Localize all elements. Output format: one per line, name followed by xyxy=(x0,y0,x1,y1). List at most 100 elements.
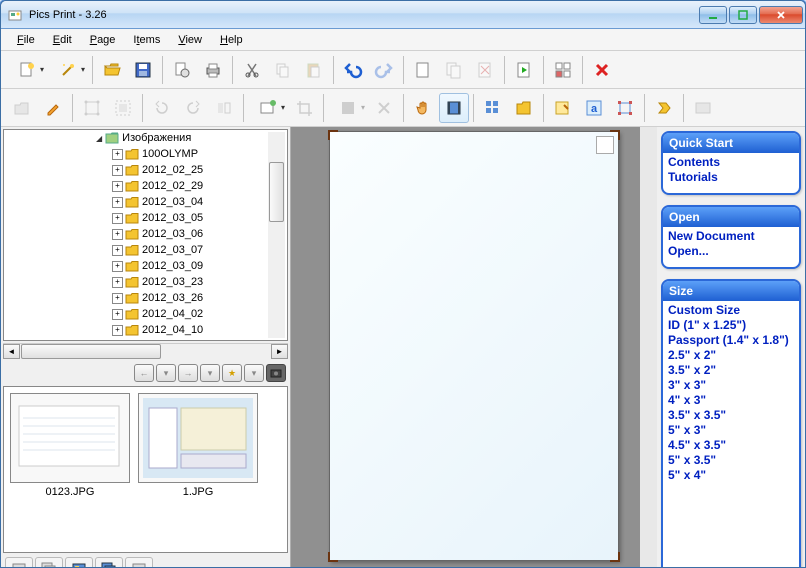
tree-folder[interactable]: +2012_02_29 xyxy=(4,178,287,194)
arrange-button[interactable] xyxy=(548,55,578,85)
wizard-button[interactable] xyxy=(48,55,88,85)
canvas-scrollbar[interactable] xyxy=(640,127,657,568)
maximize-button[interactable] xyxy=(729,6,757,24)
add-text-button[interactable] xyxy=(248,93,288,123)
thb3[interactable] xyxy=(65,557,93,568)
page-preview[interactable] xyxy=(329,131,619,561)
thb4[interactable] xyxy=(95,557,123,568)
panel-link[interactable]: 3.5" x 3.5" xyxy=(668,408,794,423)
tree-hscroll[interactable]: ◄► xyxy=(3,343,288,360)
paste-button[interactable] xyxy=(299,55,329,85)
nav-favorite[interactable]: ★ xyxy=(222,364,242,382)
panel-link[interactable]: 5" x 4" xyxy=(668,468,794,483)
menu-view[interactable]: View xyxy=(170,32,210,48)
panel-link[interactable]: Custom Size xyxy=(668,303,794,318)
save-button[interactable] xyxy=(128,55,158,85)
redo-button[interactable] xyxy=(369,55,399,85)
tree-folder[interactable]: +2012_02_25 xyxy=(4,162,287,178)
menu-file[interactable]: File xyxy=(9,32,43,48)
pencil-button[interactable] xyxy=(38,93,68,123)
cut-button[interactable] xyxy=(237,55,267,85)
panel-link[interactable]: 4" x 3" xyxy=(668,393,794,408)
nav-fav-menu[interactable]: ▾ xyxy=(244,364,264,382)
copy-button[interactable] xyxy=(268,55,298,85)
photo-button[interactable] xyxy=(688,93,718,123)
rotate-right-button[interactable] xyxy=(178,93,208,123)
thumbnails[interactable]: 0123.JPG 1.JPG xyxy=(3,386,288,553)
undo-button[interactable] xyxy=(338,55,368,85)
menu-page[interactable]: Page xyxy=(82,32,124,48)
thumb-item[interactable]: 1.JPG xyxy=(138,393,258,546)
new-button[interactable] xyxy=(7,55,47,85)
page-setup-button[interactable] xyxy=(167,55,197,85)
folder-tree[interactable]: ◢ Изображения +100OLYMP+2012_02_25+2012_… xyxy=(3,129,288,341)
bounds-button[interactable] xyxy=(610,93,640,123)
hand-button[interactable] xyxy=(408,93,438,123)
menu-items[interactable]: Items xyxy=(125,32,168,48)
nav-back-menu[interactable]: ▾ xyxy=(156,364,176,382)
new-page-button[interactable] xyxy=(408,55,438,85)
tree-root[interactable]: ◢ Изображения xyxy=(4,130,287,146)
panel-link[interactable]: Open... xyxy=(668,244,794,259)
delete-button[interactable] xyxy=(587,55,617,85)
grid-view-button[interactable] xyxy=(478,93,508,123)
menu-edit[interactable]: Edit xyxy=(45,32,80,48)
panel-link[interactable]: 5" x 3" xyxy=(668,423,794,438)
grid-snap-button[interactable] xyxy=(77,93,107,123)
flip-button[interactable] xyxy=(209,93,239,123)
thumb-item[interactable]: 0123.JPG xyxy=(10,393,130,546)
next-button[interactable] xyxy=(649,93,679,123)
close-button[interactable] xyxy=(759,6,803,24)
app-window: Pics Print - 3.26 File Edit Page Items V… xyxy=(0,0,806,568)
tree-folder[interactable]: +100OLYMP xyxy=(4,146,287,162)
panel-link[interactable]: New Document xyxy=(668,229,794,244)
edit-note-button[interactable] xyxy=(548,93,578,123)
folder-view-button[interactable] xyxy=(509,93,539,123)
thb2[interactable] xyxy=(35,557,63,568)
tree-scrollbar[interactable] xyxy=(268,132,285,338)
fit-button[interactable] xyxy=(108,93,138,123)
panel-link[interactable]: Contents xyxy=(668,155,794,170)
thb5[interactable] xyxy=(125,557,153,568)
crop-button[interactable] xyxy=(289,93,319,123)
fill-button[interactable] xyxy=(328,93,368,123)
menu-help[interactable]: Help xyxy=(212,32,251,48)
panel-link[interactable]: Tutorials xyxy=(668,170,794,185)
canvas-area[interactable] xyxy=(291,127,657,568)
panel-link[interactable]: Passport (1.4" x 1.8") xyxy=(668,333,794,348)
rotate-left-button[interactable] xyxy=(147,93,177,123)
text-a-button[interactable]: a xyxy=(579,93,609,123)
remove-button[interactable] xyxy=(369,93,399,123)
tree-folder[interactable]: +2012_03_07 xyxy=(4,242,287,258)
open-button[interactable] xyxy=(97,55,127,85)
panel-link[interactable]: 3" x 3" xyxy=(668,378,794,393)
nav-camera[interactable] xyxy=(266,364,286,382)
tree-folder[interactable]: +2012_03_06 xyxy=(4,226,287,242)
thb1[interactable] xyxy=(5,557,33,568)
nav-back[interactable]: ← xyxy=(134,364,154,382)
nav-fwd[interactable]: → xyxy=(178,364,198,382)
tree-folder[interactable]: +2012_04_10 xyxy=(4,322,287,338)
panel-link[interactable]: ID (1" x 1.25") xyxy=(668,318,794,333)
tree-folder[interactable]: +2012_03_26 xyxy=(4,290,287,306)
nav-fwd-menu[interactable]: ▾ xyxy=(200,364,220,382)
thumb-label: 1.JPG xyxy=(138,486,258,498)
minimize-button[interactable] xyxy=(699,6,727,24)
tree-folder[interactable]: +2012_03_04 xyxy=(4,194,287,210)
item-open-button[interactable] xyxy=(7,93,37,123)
panel-link[interactable]: 5" x 3.5" xyxy=(668,453,794,468)
panel-link[interactable]: 2.5" x 2" xyxy=(668,348,794,363)
panel-header: Size xyxy=(663,281,799,301)
tree-folder[interactable]: +2012_04_02 xyxy=(4,306,287,322)
svg-text:a: a xyxy=(591,103,598,115)
panel-link[interactable]: 4.5" x 3.5" xyxy=(668,438,794,453)
tree-folder[interactable]: +2012_03_05 xyxy=(4,210,287,226)
delete-page-button[interactable] xyxy=(470,55,500,85)
tree-folder[interactable]: +2012_03_23 xyxy=(4,274,287,290)
copy-page-button[interactable] xyxy=(439,55,469,85)
print-button[interactable] xyxy=(198,55,228,85)
film-button[interactable] xyxy=(439,93,469,123)
run-button[interactable] xyxy=(509,55,539,85)
tree-folder[interactable]: +2012_03_09 xyxy=(4,258,287,274)
panel-link[interactable]: 3.5" x 2" xyxy=(668,363,794,378)
